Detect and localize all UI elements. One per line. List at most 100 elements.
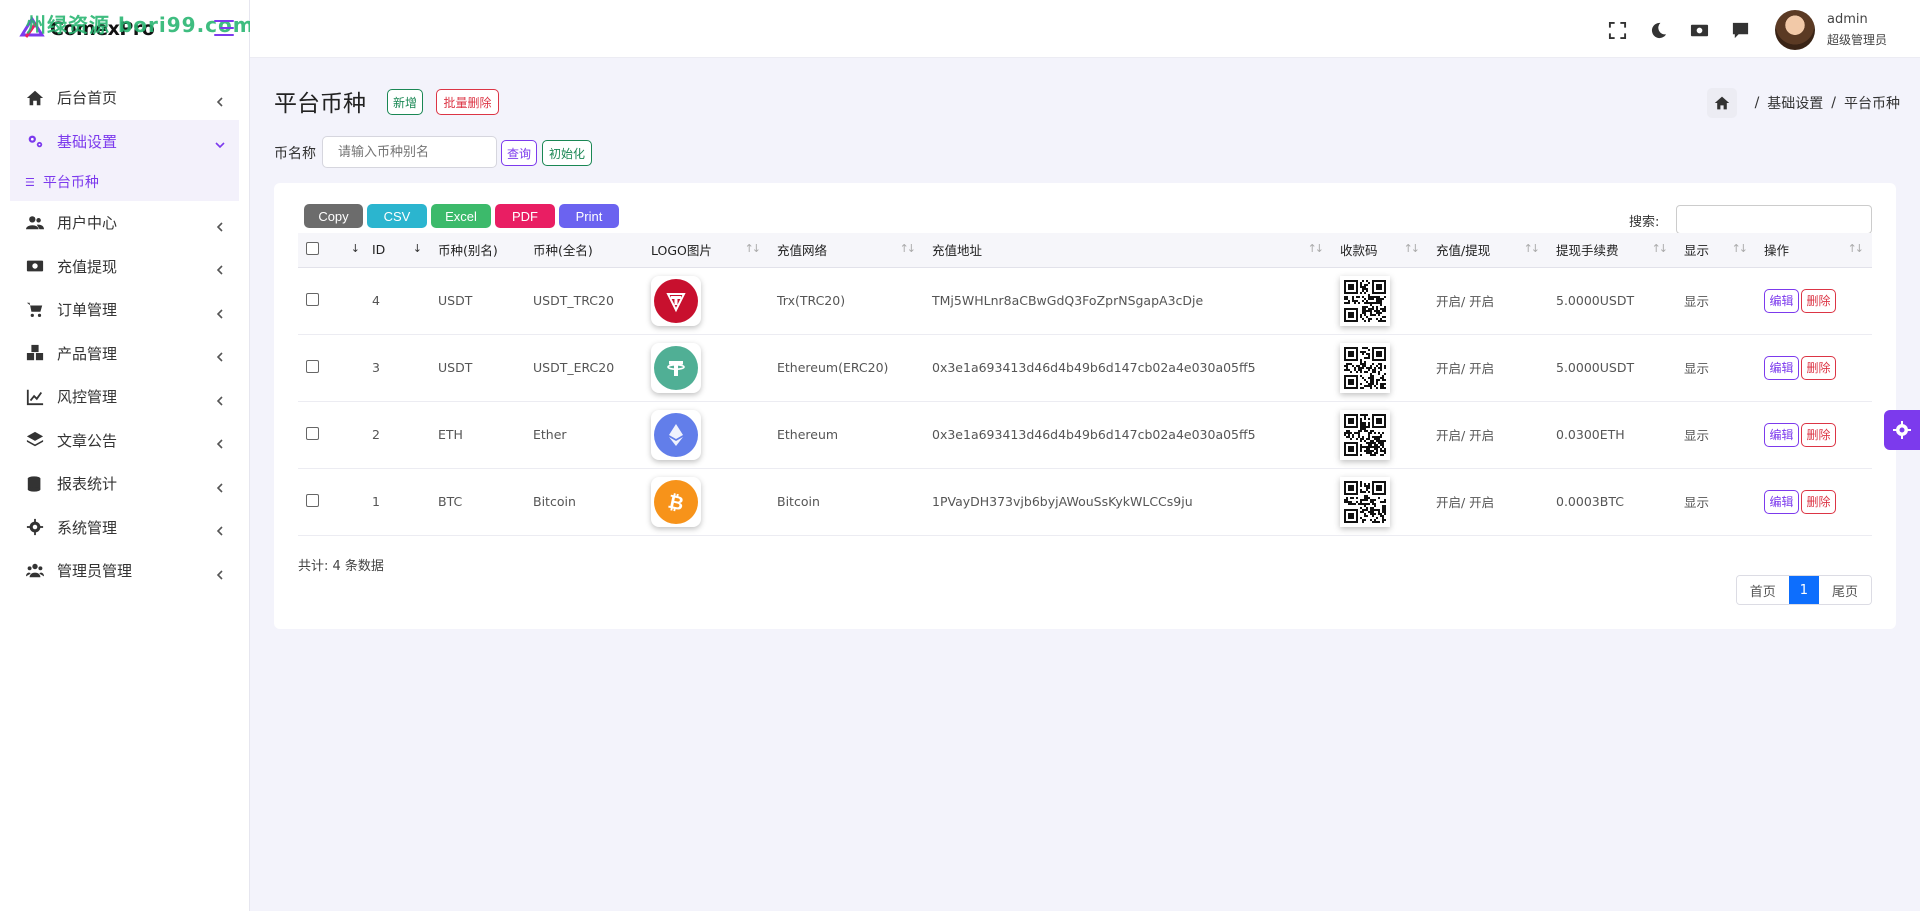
cell-qrcode <box>1332 267 1428 335</box>
sidebar-item-dashboard[interactable]: 后台首页 <box>0 76 249 120</box>
col-header-logo[interactable]: LOGO图片 ↑↓ <box>643 233 769 268</box>
cell-address: TMj5WHLnr8aCBwGdQ3FoZprNSgapA3cDje <box>924 267 1332 335</box>
money-icon[interactable] <box>1690 21 1709 40</box>
cell-id: 1 <box>364 468 430 536</box>
col-header-alias[interactable]: 币种(别名) <box>430 233 525 268</box>
breadcrumb-item[interactable]: 基础设置 <box>1767 93 1823 113</box>
pdf-button[interactable]: PDF <box>495 204 555 228</box>
search-label: 搜索: <box>1629 215 1660 230</box>
delete-button[interactable]: 删除 <box>1801 422 1836 447</box>
fullscreen-icon[interactable] <box>1608 21 1627 40</box>
cell-fullname: USDT_ERC20 <box>525 334 643 402</box>
qr-code-icon[interactable] <box>1340 342 1390 393</box>
col-header-fee[interactable]: 提现手续费 ↑↓ <box>1548 233 1676 268</box>
currency-name-search-input[interactable] <box>322 136 497 168</box>
sidebar-item-order-management[interactable]: 订单管理 <box>0 288 249 332</box>
select-all-cell <box>298 233 338 268</box>
chevron-left-icon <box>215 392 225 406</box>
row-checkbox[interactable] <box>306 359 319 373</box>
edit-button[interactable]: 编辑 <box>1764 288 1799 313</box>
sort-column-header[interactable]: ↓ <box>338 233 364 268</box>
col-header-fullname[interactable]: 币种(全名) <box>525 233 643 268</box>
sidebar-item-risk-control[interactable]: 风控管理 <box>0 375 249 419</box>
delete-button[interactable]: 删除 <box>1801 489 1836 514</box>
col-header-network[interactable]: 充值网络 ↑↓ <box>769 233 924 268</box>
sidebar-item-system-management[interactable]: 系统管理 <box>0 506 249 550</box>
chevron-left-icon <box>215 566 225 580</box>
edit-button[interactable]: 编辑 <box>1764 355 1799 380</box>
copy-button[interactable]: Copy <box>304 204 363 228</box>
message-icon[interactable] <box>1731 21 1750 40</box>
cell-network: Trx(TRC20) <box>769 267 924 335</box>
print-button[interactable]: Print <box>559 204 619 228</box>
gear-icon <box>25 518 45 536</box>
page-1-button[interactable]: 1 <box>1788 576 1819 604</box>
chevron-down-icon <box>215 136 225 149</box>
batch-delete-button[interactable]: 批量删除 <box>436 89 499 115</box>
delete-button[interactable]: 删除 <box>1801 288 1836 313</box>
col-header-address[interactable]: 充值地址 ↑↓ <box>924 233 1332 268</box>
breadcrumb-item-current: 平台币种 <box>1844 96 1900 112</box>
delete-button[interactable]: 删除 <box>1801 355 1836 380</box>
top-header: admin 超级管理员 <box>250 0 1920 58</box>
export-buttons: Copy CSV Excel PDF Print <box>304 204 619 228</box>
avatar[interactable] <box>1775 10 1815 50</box>
gears-icon <box>25 132 45 150</box>
col-header-actions[interactable]: 操作 ↑↓ <box>1756 233 1872 268</box>
user-name[interactable]: admin <box>1827 12 1868 27</box>
cell-logo <box>643 267 769 335</box>
submenu-item-label: 平台币种 <box>42 175 99 191</box>
cell-qrcode <box>1332 468 1428 536</box>
qr-code-icon[interactable] <box>1340 275 1390 326</box>
query-button[interactable]: 查询 <box>501 140 537 166</box>
excel-button[interactable]: Excel <box>431 204 491 228</box>
row-spacer-cell <box>338 334 364 402</box>
first-page-button[interactable]: 首页 <box>1736 576 1789 604</box>
sidebar-item-basic-settings[interactable]: 基础设置 <box>10 119 239 163</box>
chevron-left-icon <box>215 479 225 493</box>
sidebar-item-admin-management[interactable]: 管理员管理 <box>0 549 249 593</box>
col-header-recharge-withdraw[interactable]: 充值/提现 ↑↓ <box>1428 233 1548 268</box>
sidebar-item-label: 基础设置 <box>57 132 118 151</box>
ethereum-icon[interactable] <box>651 409 701 460</box>
breadcrumb-home-icon[interactable] <box>1706 88 1737 118</box>
sidebar-item-label: 文章公告 <box>57 431 118 450</box>
user-role: 超级管理员 <box>1827 33 1888 47</box>
table-search-input[interactable] <box>1676 205 1872 234</box>
qr-code-icon[interactable] <box>1340 476 1390 527</box>
row-select-cell <box>298 267 338 335</box>
row-checkbox[interactable] <box>306 493 319 507</box>
dark-mode-moon-icon[interactable] <box>1649 21 1668 40</box>
tron-icon[interactable] <box>651 275 701 326</box>
last-page-button[interactable]: 尾页 <box>1818 576 1871 604</box>
edit-button[interactable]: 编辑 <box>1764 489 1799 514</box>
edit-button[interactable]: 编辑 <box>1764 422 1799 447</box>
chevron-left-icon <box>215 261 225 275</box>
row-checkbox[interactable] <box>306 426 319 440</box>
tether-icon[interactable] <box>651 342 701 393</box>
settings-gear-icon[interactable] <box>1884 410 1920 450</box>
add-button[interactable]: 新增 <box>387 89 423 115</box>
cell-status: 开启/ 开启 <box>1428 334 1548 402</box>
qr-code-icon[interactable] <box>1340 409 1390 460</box>
cell-network: Ethereum <box>769 401 924 469</box>
submenu-item-platform-currency[interactable]: ☰ 平台币种 <box>10 163 239 201</box>
select-all-checkbox[interactable] <box>306 241 319 255</box>
bitcoin-icon[interactable]: ₿ <box>651 476 701 527</box>
sidebar-item-reports[interactable]: 报表统计 <box>0 462 249 506</box>
col-header-show[interactable]: 显示 ↑↓ <box>1676 233 1756 268</box>
cell-actions: 编辑 删除 <box>1756 334 1872 402</box>
menu-toggle-icon[interactable] <box>214 20 234 38</box>
cell-alias: ETH <box>430 401 525 469</box>
sidebar-item-user-center[interactable]: 用户中心 <box>0 201 249 245</box>
col-header-id[interactable]: ID ↓ <box>364 233 430 268</box>
col-header-qrcode[interactable]: 收款码 ↑↓ <box>1332 233 1428 268</box>
sidebar-item-product-management[interactable]: 产品管理 <box>0 332 249 376</box>
row-checkbox[interactable] <box>306 292 319 306</box>
cell-qrcode <box>1332 334 1428 402</box>
logo[interactable]: ComexPro 州绿资源 bori99.com 实测分享 <box>0 0 346 58</box>
sidebar-item-recharge-withdraw[interactable]: 充值提现 <box>0 245 249 289</box>
initialize-button[interactable]: 初始化 <box>542 140 592 166</box>
sidebar-item-announcements[interactable]: 文章公告 <box>0 419 249 463</box>
csv-button[interactable]: CSV <box>367 204 427 228</box>
